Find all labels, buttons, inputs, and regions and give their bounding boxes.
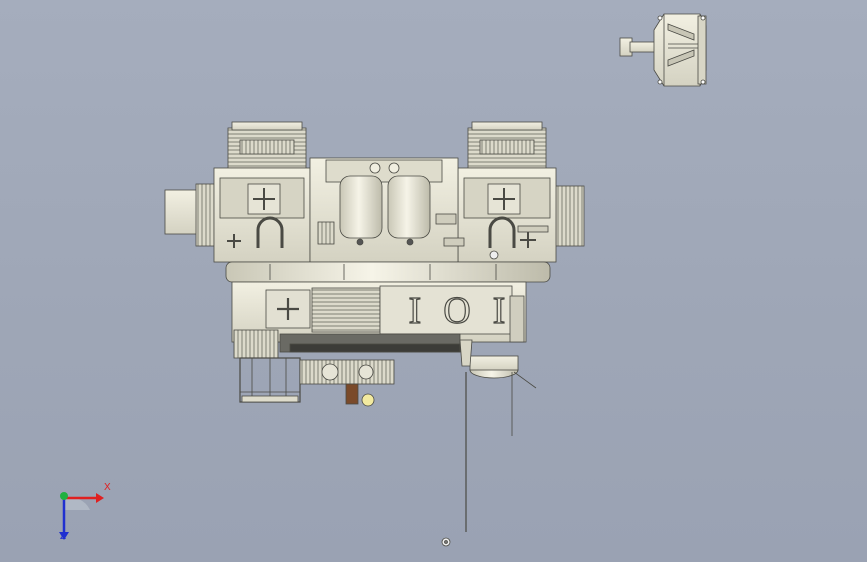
graphics-viewport[interactable]: IOI X Z — [0, 0, 867, 562]
z-axis-label: Z — [60, 531, 67, 542]
left-housing — [213, 167, 311, 263]
right-cylinder-head — [467, 121, 547, 169]
orientation-triad: X Z — [46, 480, 116, 550]
main-assembly[interactable]: IOI — [164, 121, 585, 547]
3d-model-scene[interactable]: IOI — [0, 0, 867, 562]
detached-flange-part[interactable] — [619, 13, 707, 87]
lower-right-hub — [459, 339, 537, 436]
right-housing — [457, 167, 557, 263]
front-lettering: IOI — [387, 289, 506, 331]
center-cylinders — [309, 157, 465, 263]
left-side-bracket — [164, 189, 200, 235]
x-axis-label: X — [104, 482, 111, 493]
right-side-bracket — [555, 185, 585, 247]
gear-train — [299, 359, 395, 407]
left-cylinder-head — [227, 121, 307, 169]
y-axis-marker — [60, 492, 68, 500]
lower-left-frame — [239, 357, 301, 403]
lower-body: IOI — [231, 281, 527, 359]
